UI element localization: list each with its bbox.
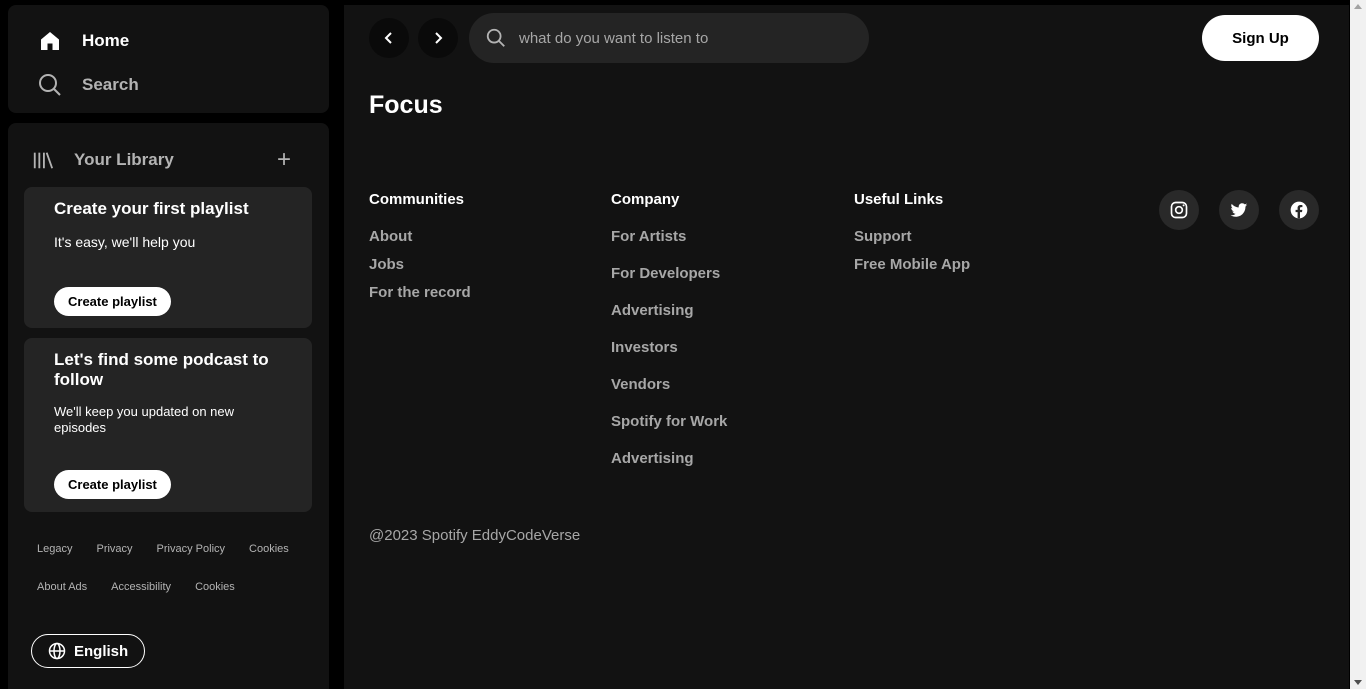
footer-column-company: Company For Artists For Developers Adver… [611,191,727,467]
promo-subtitle: It's easy, we'll help you [54,234,196,250]
footer-link[interactable]: Advertising [611,302,727,319]
chevron-right-icon [435,32,443,44]
sign-up-button[interactable]: Sign Up [1202,15,1319,61]
legal-links-row: About Ads Accessibility Cookies [37,581,259,593]
copyright-text: @2023 Spotify EddyCodeVerse [369,527,581,544]
back-button[interactable] [369,18,409,58]
promo-card-podcast: Let's find some podcast to follow We'll … [24,338,312,512]
scroll-up-arrow-icon[interactable] [1354,4,1362,9]
footer-link[interactable]: Vendors [611,376,727,393]
legal-link[interactable]: About Ads [37,581,87,593]
footer-link[interactable]: For the record [369,284,471,301]
scroll-down-arrow-icon[interactable] [1354,680,1362,685]
legal-links-row: Legacy Privacy Privacy Policy Cookies [37,543,313,555]
globe-icon [48,642,66,660]
facebook-button[interactable] [1279,190,1319,230]
footer-column-useful-links: Useful Links Support Free Mobile App [854,191,970,273]
promo-title: Create your first playlist [54,199,249,218]
create-playlist-button[interactable]: Create playlist [54,287,171,316]
search-icon [39,74,61,96]
library-title: Your Library [74,150,174,169]
footer-column-communities: Communities About Jobs For the record [369,191,471,301]
nav-card: Home Search [8,5,329,113]
footer-link[interactable]: Advertising [611,450,727,467]
legal-link[interactable]: Cookies [195,581,235,593]
nav-search[interactable]: Search [38,73,139,97]
create-playlist-button[interactable]: Create playlist [54,470,171,499]
plus-icon[interactable]: + [273,148,295,172]
library-header[interactable]: Your Library [32,149,174,171]
twitter-icon [1230,203,1248,217]
library-icon [33,152,54,169]
facebook-icon [1290,201,1308,219]
legal-link[interactable]: Legacy [37,543,72,555]
column-heading: Company [611,191,680,208]
nav-home[interactable]: Home [38,29,129,53]
page-title: Focus [369,91,443,119]
promo-title: Let's find some podcast to follow [54,350,269,389]
legal-link[interactable]: Cookies [249,543,289,555]
instagram-icon [1170,201,1188,219]
column-heading: Useful Links [854,191,944,208]
footer-link[interactable]: Support [854,228,970,245]
search-icon [486,28,505,47]
footer-link[interactable]: Investors [611,339,727,356]
scrollbar[interactable] [1350,0,1366,689]
footer-link[interactable]: About [369,228,471,245]
instagram-button[interactable] [1159,190,1199,230]
promo-subtitle: We'll keep you updated on new episodes [54,404,235,435]
column-heading: Communities [369,191,465,208]
search-bar [469,13,869,63]
nav-home-label: Home [82,31,130,50]
home-icon [41,32,59,50]
legal-link[interactable]: Privacy [96,543,132,555]
footer-link[interactable]: Free Mobile App [854,256,970,273]
nav-search-label: Search [82,75,139,94]
search-input[interactable] [519,29,839,47]
chevron-left-icon [384,32,392,44]
legal-link[interactable]: Accessibility [111,581,171,593]
footer-link[interactable]: Jobs [369,256,471,273]
twitter-button[interactable] [1219,190,1259,230]
forward-button[interactable] [418,18,458,58]
main-panel: Sign Up Focus Communities About Jobs For… [344,5,1349,689]
language-button[interactable]: English [31,634,146,668]
language-label: English [74,642,129,660]
promo-card-playlist: Create your first playlist It's easy, we… [24,187,312,328]
footer-link[interactable]: For Artists [611,228,727,245]
legal-link[interactable]: Privacy Policy [157,543,225,555]
library-panel: Your Library + Create your first playlis… [8,123,329,689]
footer-link[interactable]: For Developers [611,265,727,282]
footer-link[interactable]: Spotify for Work [611,413,727,430]
